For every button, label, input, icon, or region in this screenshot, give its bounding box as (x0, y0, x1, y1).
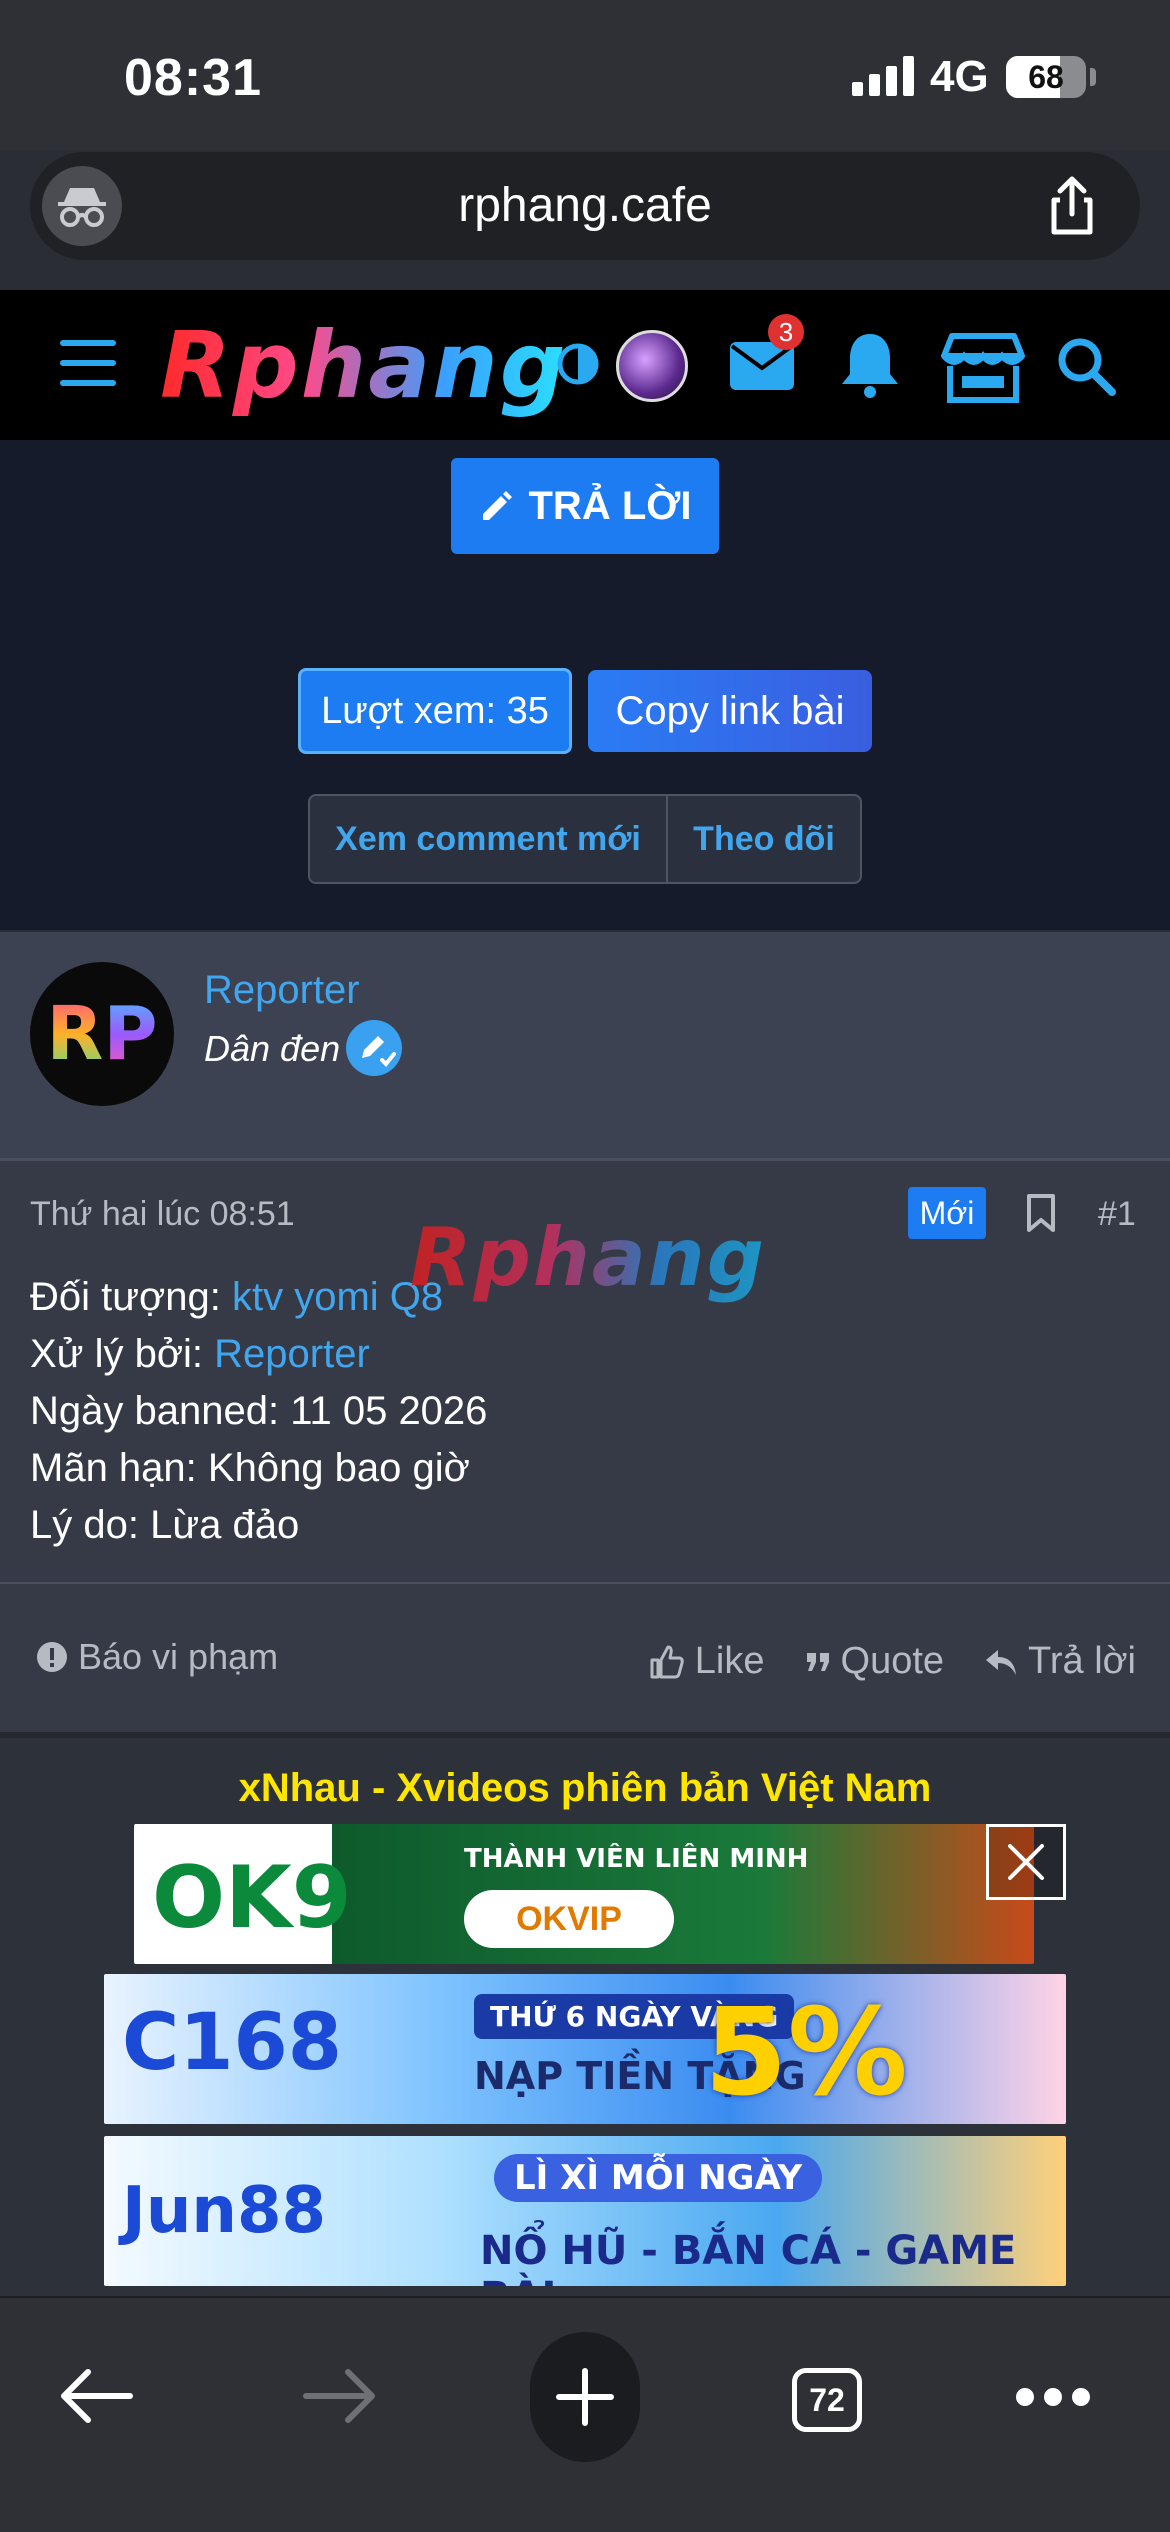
search-icon[interactable] (1056, 336, 1116, 396)
views-button[interactable]: Lượt xem: 35 (298, 668, 572, 754)
user-avatar-icon[interactable] (616, 330, 688, 402)
report-button[interactable]: Báo vi phạm (36, 1636, 278, 1678)
network-label: 4G (930, 52, 989, 101)
username-link[interactable]: Reporter (204, 968, 360, 1013)
browser-toolbar: 72 (0, 2296, 1170, 2532)
avatar[interactable]: RP (30, 962, 174, 1106)
report-label: Báo vi phạm (78, 1636, 279, 1677)
plus-icon (556, 2368, 614, 2426)
share-icon[interactable] (1040, 174, 1104, 238)
ad-pill: OKVIP (464, 1890, 674, 1948)
status-time: 08:31 (124, 49, 262, 107)
new-tab-button[interactable] (530, 2332, 640, 2462)
mail-badge: 3 (768, 314, 804, 350)
post-number[interactable]: #1 (1098, 1195, 1136, 1234)
post-content: Đối tượng: ktv yomi Q8 Xử lý bởi: Report… (30, 1269, 487, 1554)
quote-button[interactable]: Quote (805, 1640, 945, 1683)
status-bar: 08:31 4G 68 (0, 0, 1170, 150)
quote-label: Quote (840, 1640, 945, 1682)
url-bar[interactable]: rphang.cafe (30, 152, 1140, 260)
like-label: Like (694, 1640, 765, 1682)
reply-button-label: TRẢ LỜI (528, 483, 692, 528)
notification-bell-icon[interactable] (840, 332, 900, 398)
new-comments-button[interactable]: Xem comment mới (310, 796, 668, 882)
site-header: Rphang 3 (0, 290, 1170, 440)
ad-banner-c168[interactable]: C168 THỨ 6 NGÀY VÀNG NẠP TIỀN TẶNG 5% (104, 1974, 1066, 2124)
avatar-letter-r: R (46, 991, 104, 1077)
ad-brand: Jun88 (122, 2174, 326, 2248)
back-arrow-icon[interactable] (58, 2366, 134, 2426)
quote-icon (806, 1652, 829, 1671)
handled-label: Xử lý bởi: (30, 1332, 215, 1376)
verified-icon (346, 1020, 402, 1076)
ad-banner-ok9[interactable]: OK9 THÀNH VIÊN LIÊN MINH OKVIP (134, 1824, 1034, 1964)
store-icon[interactable] (940, 332, 1026, 404)
ad-brand: C168 (122, 1998, 343, 2088)
menu-icon[interactable] (60, 340, 120, 388)
bookmark-icon[interactable] (1026, 1193, 1056, 1233)
reply-button[interactable]: TRẢ LỜI (451, 458, 719, 554)
ad-percent: 5% (704, 1984, 908, 2123)
reply-arrow-icon (986, 1649, 1017, 1675)
ad-close-button[interactable] (986, 1824, 1066, 1900)
ads-area: xNhau - Xvideos phiên bản Việt Nam OK9 T… (0, 1732, 1170, 2302)
close-icon (1008, 1844, 1044, 1880)
battery-icon: 68 (1006, 56, 1086, 98)
ad-banner-jun88[interactable]: Jun88 LÌ XÌ MỖI NGÀY NỔ HŨ - BẮN CÁ - GA… (104, 2136, 1066, 2286)
thread-actions: TRẢ LỜI Lượt xem: 35 Copy link bài Xem c… (0, 440, 1170, 930)
expiry-line: Mãn hạn: Không bao giờ (30, 1446, 470, 1490)
reason-line: Lý do: Lừa đảo (30, 1503, 300, 1547)
forward-arrow-icon[interactable] (302, 2366, 378, 2426)
ad-title-link[interactable]: xNhau - Xvideos phiên bản Việt Nam (0, 1766, 1170, 1811)
warning-icon (37, 1642, 67, 1672)
more-icon[interactable] (1016, 2388, 1090, 2408)
post-footer: Báo vi phạm Like Quote Trả lời (0, 1582, 1170, 1732)
battery-tip (1090, 68, 1096, 86)
follow-button[interactable]: Theo dõi (668, 796, 860, 882)
avatar-letter-p: P (103, 991, 158, 1077)
watermark-logo: Rphang (410, 1211, 767, 1304)
tab-count-button[interactable]: 72 (792, 2368, 862, 2432)
theme-toggle-icon[interactable] (556, 342, 600, 386)
post-user-header: RP Reporter Dân đen (0, 932, 1170, 1158)
reply-post-button[interactable]: Trả lời (984, 1640, 1136, 1683)
new-badge: Mới (908, 1187, 986, 1239)
like-button[interactable]: Like (649, 1640, 765, 1683)
reply-post-label: Trả lời (1028, 1640, 1136, 1682)
battery-percent: 68 (1028, 59, 1064, 95)
target-label: Đối tượng: (30, 1275, 232, 1319)
post-date[interactable]: Thứ hai lúc 08:51 (30, 1195, 295, 1234)
site-logo[interactable]: Rphang (160, 312, 568, 419)
ad-brand: OK9 (152, 1848, 352, 1948)
ad-subtitle-2: NỔ HŨ - BẮN CÁ - GAME BÀI (480, 2228, 1017, 2286)
thumbs-up-icon (650, 1645, 684, 1678)
ad-subtitle: LÌ XÌ MỖI NGÀY (494, 2154, 823, 2202)
thread-nav-group: Xem comment mới Theo dõi (308, 794, 862, 884)
pencil-icon (482, 491, 512, 520)
handled-line: Xử lý bởi: Reporter (30, 1326, 487, 1383)
post-actions: Like Quote Trả lời (649, 1640, 1136, 1683)
signal-icon (852, 56, 916, 96)
user-title: Dân đen (204, 1028, 341, 1069)
copy-link-button[interactable]: Copy link bài (588, 670, 872, 752)
handled-link[interactable]: Reporter (214, 1332, 370, 1376)
ad-subtitle: THÀNH VIÊN LIÊN MINH (464, 1844, 809, 1874)
url-text[interactable]: rphang.cafe (30, 178, 1140, 233)
banned-date: Ngày banned: 11 05 2026 (30, 1389, 488, 1433)
